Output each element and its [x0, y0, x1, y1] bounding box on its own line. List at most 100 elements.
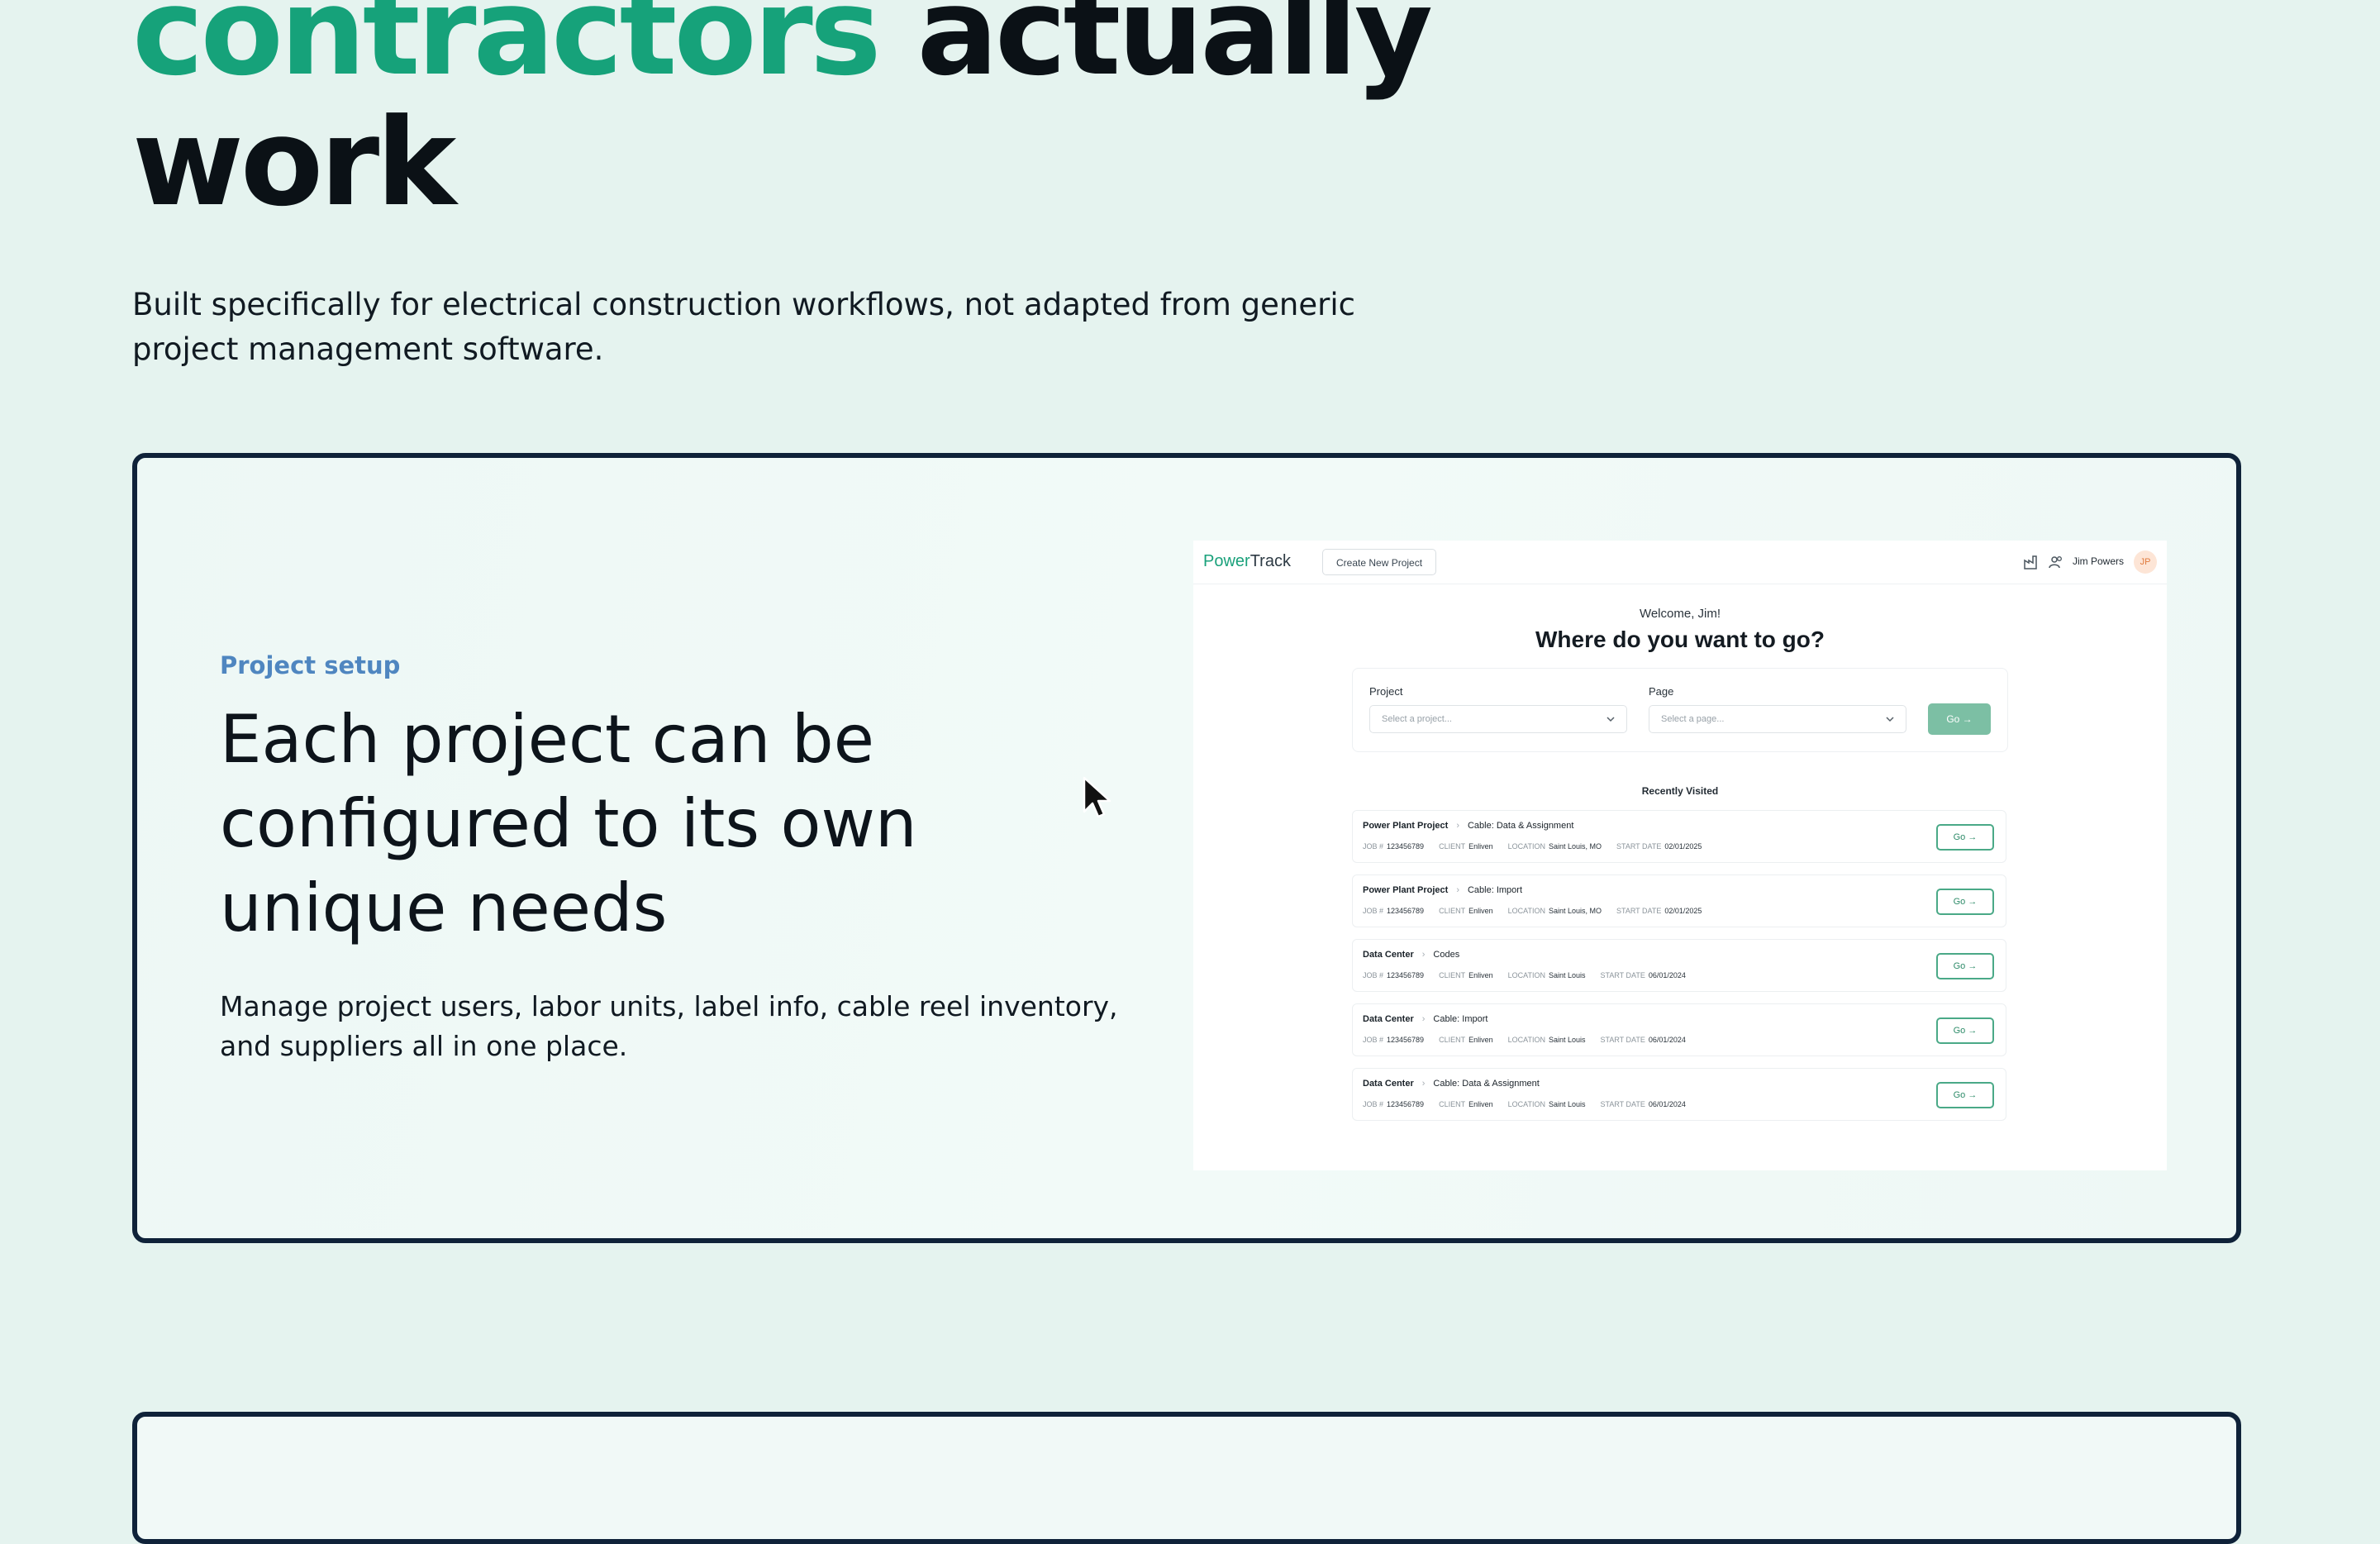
- meta-key-start: START DATE: [1600, 1036, 1645, 1044]
- meta-key-location: LOCATION: [1507, 1100, 1545, 1108]
- mouse-pointer-icon: [1083, 776, 1111, 818]
- meta-key-location: LOCATION: [1507, 1036, 1545, 1044]
- chevron-right-icon: ›: [1456, 885, 1459, 895]
- item-client: Enliven: [1468, 842, 1493, 851]
- item-start: 02/01/2025: [1664, 842, 1702, 851]
- meta-key-client: CLIENT: [1439, 1100, 1466, 1108]
- item-start: 06/01/2024: [1648, 971, 1686, 979]
- meta-key-client: CLIENT: [1439, 842, 1466, 851]
- meta-key-client: CLIENT: [1439, 971, 1466, 979]
- avatar[interactable]: JP: [2134, 550, 2157, 574]
- quick-nav-panel: Project Select a project... Page Select …: [1352, 668, 2008, 752]
- item-location: Saint Louis: [1548, 1100, 1586, 1108]
- project-label: Project: [1369, 685, 1403, 698]
- meta-key-location: LOCATION: [1507, 971, 1545, 979]
- hero-subtitle: Built specifically for electrical constr…: [132, 287, 1355, 367]
- item-client: Enliven: [1468, 971, 1493, 979]
- meta-key-job: JOB #: [1363, 907, 1384, 915]
- page-select[interactable]: Select a page...: [1649, 705, 1906, 733]
- meta-key-job: JOB #: [1363, 1100, 1384, 1108]
- item-start: 02/01/2025: [1664, 907, 1702, 915]
- project-placeholder: Select a project...: [1382, 714, 1452, 724]
- item-page: Cable: Import: [1467, 885, 1523, 895]
- meta-key-start: START DATE: [1616, 842, 1662, 851]
- feature-description: Manage project users, labor units, label…: [220, 990, 1118, 1062]
- page-placeholder: Select a page...: [1661, 714, 1725, 724]
- item-start: 06/01/2024: [1648, 1100, 1686, 1108]
- chevron-down-icon: [1606, 717, 1615, 722]
- item-location: Saint Louis, MO: [1548, 907, 1602, 915]
- meta-key-client: CLIENT: [1439, 1036, 1466, 1044]
- headline-line2: work: [132, 93, 456, 233]
- item-path: Power Plant Project › Cable: Data & Assign…: [1363, 821, 1573, 831]
- item-page: Codes: [1433, 950, 1460, 960]
- welcome-text: Welcome, Jim!: [1639, 607, 1721, 621]
- item-page: Cable: Data & Assignment: [1467, 821, 1574, 831]
- item-go-button[interactable]: Go →: [1936, 953, 1994, 979]
- headline-rest: actually: [878, 0, 1433, 102]
- meta-key-location: LOCATION: [1507, 907, 1545, 915]
- chevron-right-icon: ›: [1421, 950, 1426, 960]
- users-icon[interactable]: [2048, 554, 2064, 570]
- meta-key-job: JOB #: [1363, 842, 1384, 851]
- item-location: Saint Louis: [1548, 971, 1586, 979]
- item-meta: JOB #123456789 CLIENT Enliven LOCATION Saint…: [1363, 971, 1701, 979]
- item-meta: JOB #123456789 CLIENT Enliven LOCATION Saint…: [1363, 907, 1716, 915]
- go-button[interactable]: Go →: [1928, 703, 1991, 735]
- next-feature-card: [132, 1412, 2241, 1544]
- list-item[interactable]: Data Center › Cable: Import JOB #123456789…: [1352, 1003, 2006, 1056]
- item-meta: JOB #123456789 CLIENT Enliven LOCATION Saint…: [1363, 1036, 1701, 1044]
- item-job: 123456789: [1387, 971, 1425, 979]
- meta-key-client: CLIENT: [1439, 907, 1466, 915]
- hero-headline: contractors actually work: [132, 0, 1433, 228]
- item-job: 123456789: [1387, 1100, 1425, 1108]
- feature-title: Each project can be configured to its ow…: [220, 701, 917, 946]
- user-name[interactable]: Jim Powers: [2073, 555, 2124, 567]
- list-item[interactable]: Data Center › Cable: Data & Assignment JOB…: [1352, 1068, 2006, 1121]
- app-topbar: PowerTrack Create New Project Jim Powers…: [1193, 541, 2167, 584]
- list-item[interactable]: Power Plant Project › Cable: Data & Assign…: [1352, 810, 2006, 863]
- create-project-button[interactable]: Create New Project: [1322, 549, 1437, 575]
- item-go-button[interactable]: Go →: [1936, 1082, 1994, 1108]
- chevron-right-icon: ›: [1421, 1014, 1426, 1024]
- item-start: 06/01/2024: [1648, 1036, 1686, 1044]
- item-meta: JOB #123456789 CLIENT Enliven LOCATION Saint…: [1363, 1100, 1701, 1108]
- navigation-title: Where do you want to go?: [1535, 627, 1825, 652]
- item-client: Enliven: [1468, 1100, 1493, 1108]
- recently-visited-title: Recently Visited: [1641, 785, 1719, 797]
- app-screenshot: PowerTrack Create New Project Jim Powers…: [1193, 541, 2167, 1170]
- app-logo[interactable]: PowerTrack: [1203, 552, 1291, 571]
- item-page: Cable: Import: [1433, 1014, 1488, 1024]
- headline-accent: contractors: [132, 0, 882, 102]
- item-path: Data Center › Cable: Import: [1363, 1014, 1488, 1024]
- list-item[interactable]: Data Center › Codes JOB #123456789 CLIENT En…: [1352, 939, 2006, 992]
- logo-part-a: Power: [1203, 552, 1250, 570]
- feature-card: Project setup Each project can be config…: [132, 453, 2241, 1243]
- item-job: 123456789: [1387, 907, 1425, 915]
- recently-visited-list: Power Plant Project › Cable: Data & Assign…: [1352, 810, 2006, 1132]
- item-project: Power Plant Project: [1363, 821, 1449, 831]
- list-item[interactable]: Power Plant Project › Cable: Import JOB #1…: [1352, 874, 2006, 927]
- item-location: Saint Louis: [1548, 1036, 1586, 1044]
- item-go-button[interactable]: Go →: [1936, 889, 1994, 915]
- factory-icon[interactable]: [2023, 554, 2040, 570]
- item-go-button[interactable]: Go →: [1936, 1017, 1994, 1044]
- chevron-right-icon: ›: [1421, 1079, 1426, 1089]
- project-select[interactable]: Select a project...: [1369, 705, 1627, 733]
- meta-key-location: LOCATION: [1507, 842, 1545, 851]
- item-location: Saint Louis, MO: [1548, 842, 1602, 851]
- logo-part-b: Track: [1250, 552, 1291, 570]
- chevron-right-icon: ›: [1456, 821, 1459, 831]
- item-meta: JOB #123456789 CLIENT Enliven LOCATION Saint…: [1363, 842, 1716, 851]
- item-project: Data Center: [1363, 950, 1414, 960]
- chevron-down-icon: [1886, 717, 1894, 722]
- item-job: 123456789: [1387, 1036, 1425, 1044]
- item-project: Power Plant Project: [1363, 885, 1449, 895]
- meta-key-job: JOB #: [1363, 971, 1384, 979]
- item-go-button[interactable]: Go →: [1936, 824, 1994, 851]
- item-job: 123456789: [1387, 842, 1425, 851]
- page-label: Page: [1649, 685, 1674, 698]
- item-project: Data Center: [1363, 1014, 1414, 1024]
- item-path: Data Center › Codes: [1363, 950, 1459, 960]
- item-client: Enliven: [1468, 907, 1493, 915]
